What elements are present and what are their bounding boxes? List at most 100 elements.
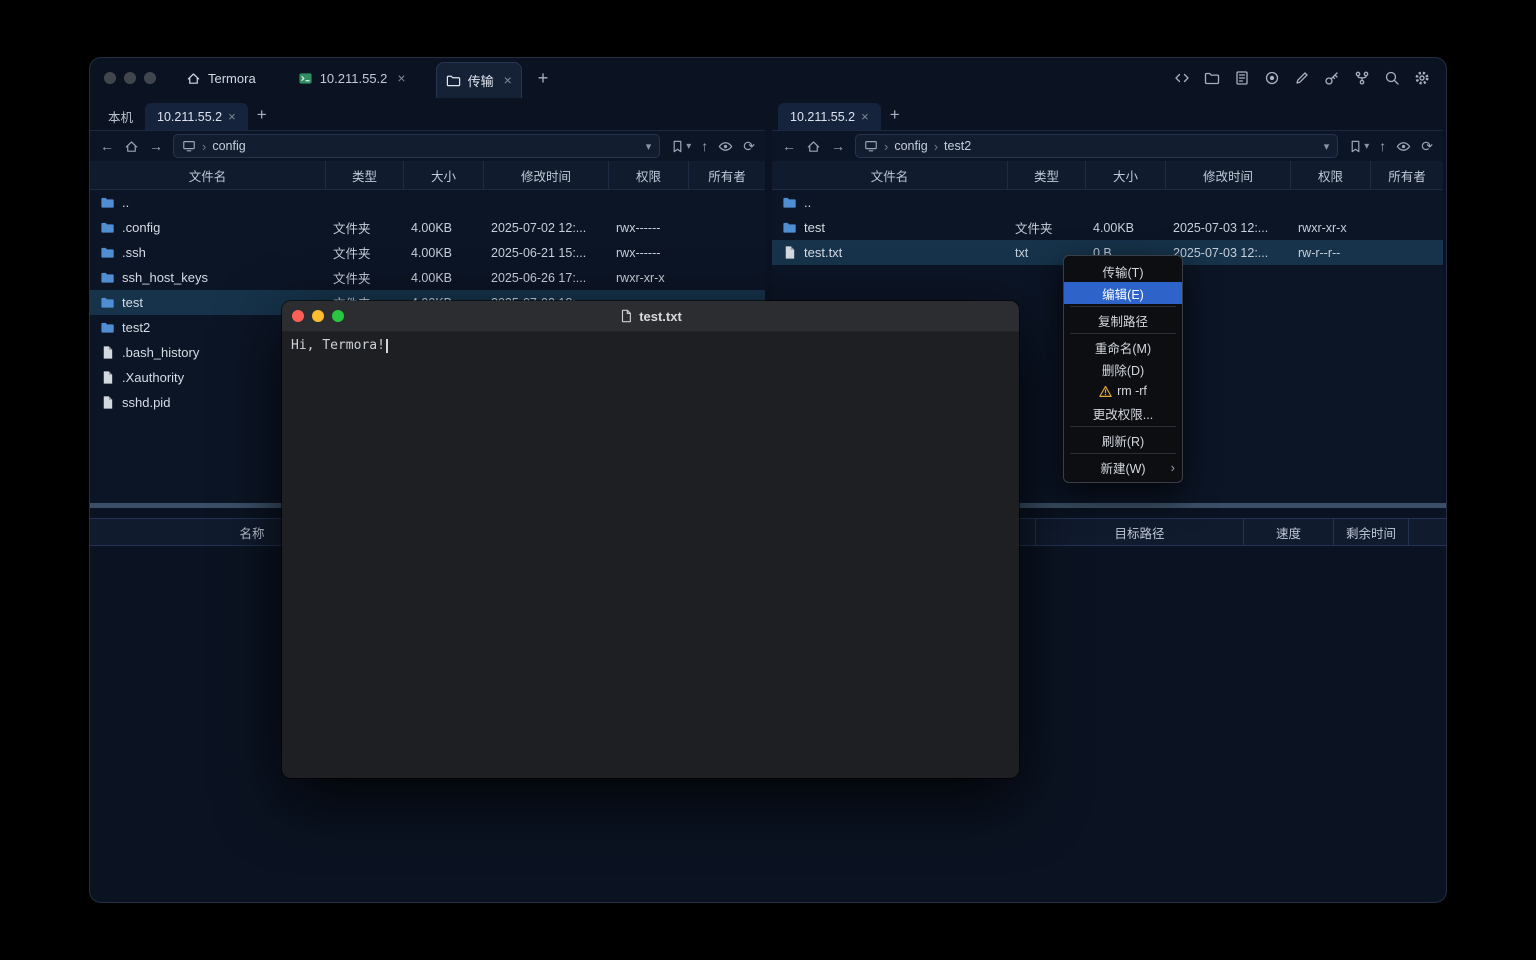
file-mtime: 2025-07-03 12:... (1165, 246, 1290, 260)
column-header-owner[interactable]: 所有者 (688, 161, 765, 189)
file-row[interactable]: ssh_host_keys 文件夹 4.00KB 2025-06-26 17:.… (90, 265, 765, 290)
menu-item-rename[interactable]: 重命名(M) (1064, 336, 1182, 358)
menu-item-refresh[interactable]: 刷新(R) (1064, 429, 1182, 451)
window-controls (104, 72, 156, 84)
bookmark-button[interactable]: ▾ (1348, 139, 1369, 154)
column-header-mtime[interactable]: 修改时间 (1165, 161, 1290, 189)
key-icon[interactable] (1324, 70, 1340, 86)
path-segment[interactable]: config (212, 139, 245, 153)
column-header-owner[interactable]: 所有者 (1370, 161, 1443, 189)
upload-button[interactable]: ↑ (701, 139, 708, 153)
column-header-size[interactable]: 大小 (1085, 161, 1165, 189)
editor-minimize-button[interactable] (312, 310, 324, 322)
left-panel-tools: ▾ ↑ ⟳ (670, 139, 755, 154)
menu-item-chmod[interactable]: 更改权限... (1064, 402, 1182, 424)
menu-item-rm-rf[interactable]: rm -rf (1064, 380, 1182, 402)
file-row[interactable]: .. (90, 190, 765, 215)
file-row[interactable]: test 文件夹 4.00KB 2025-07-03 12:... rwxr-x… (772, 215, 1443, 240)
bookmark-icon (1348, 139, 1363, 154)
file-row[interactable]: .ssh 文件夹 4.00KB 2025-06-21 15:... rwx---… (90, 240, 765, 265)
document-icon[interactable] (1234, 70, 1250, 86)
file-row[interactable]: .config 文件夹 4.00KB 2025-07-02 12:... rwx… (90, 215, 765, 240)
add-panel-tab-button[interactable]: + (248, 106, 276, 123)
folder-icon[interactable] (1204, 70, 1220, 86)
editor-zoom-button[interactable] (332, 310, 344, 322)
ssh-session-tab[interactable]: 10.211.55.2 × (288, 58, 416, 98)
record-icon[interactable] (1264, 70, 1280, 86)
pencil-icon[interactable] (1294, 70, 1310, 86)
file-row[interactable]: .. (772, 190, 1443, 215)
eye-icon[interactable] (1396, 139, 1411, 154)
close-icon[interactable]: × (861, 110, 869, 123)
folder-icon (446, 73, 461, 88)
close-icon[interactable]: × (504, 73, 512, 87)
menu-item-copy-path[interactable]: 复制路径 (1064, 309, 1182, 331)
back-button[interactable]: ← (782, 139, 796, 153)
app-home-tab[interactable]: Termora (186, 71, 256, 86)
folder-icon (782, 220, 797, 235)
path-segment[interactable]: config (894, 139, 927, 153)
branch-icon[interactable] (1354, 70, 1370, 86)
tab-local[interactable]: 本机 (96, 103, 145, 130)
menu-item-edit[interactable]: 编辑(E) (1064, 282, 1182, 304)
path-segment[interactable]: test2 (944, 139, 971, 153)
chevron-down-icon[interactable]: ▾ (1324, 140, 1330, 153)
transfer-column-speed[interactable]: 速度 (1243, 519, 1333, 545)
transfer-column-eta[interactable]: 剩余时间 (1333, 519, 1408, 545)
menu-separator (1070, 333, 1176, 334)
eye-icon[interactable] (718, 139, 733, 154)
left-table-header: 文件名 类型 大小 修改时间 权限 所有者 (90, 161, 765, 190)
ssh-session-tab-label: 10.211.55.2 (320, 71, 388, 86)
home-button[interactable] (806, 139, 821, 154)
chevron-down-icon[interactable]: ▾ (646, 140, 652, 153)
chevron-right-icon: › (884, 139, 888, 154)
transfer-tab[interactable]: 传输 × (436, 62, 522, 98)
editor-titlebar[interactable]: test.txt (282, 301, 1019, 332)
code-icon[interactable] (1174, 70, 1190, 86)
column-header-mtime[interactable]: 修改时间 (483, 161, 608, 189)
right-panel-tools: ▾ ↑ ⟳ (1348, 139, 1433, 154)
forward-button[interactable]: → (149, 139, 163, 153)
forward-button[interactable]: → (831, 139, 845, 153)
file-mtime: 2025-06-26 17:... (483, 271, 608, 285)
minimize-window-button[interactable] (124, 72, 136, 84)
add-panel-tab-button[interactable]: + (881, 106, 909, 123)
chevron-right-icon: › (202, 139, 206, 154)
editor-close-button[interactable] (292, 310, 304, 322)
file-size: 4.00KB (403, 221, 483, 235)
tab-ssh-right[interactable]: 10.211.55.2 × (778, 103, 881, 130)
bookmark-button[interactable]: ▾ (670, 139, 691, 154)
menu-item-delete[interactable]: 删除(D) (1064, 358, 1182, 380)
gear-icon[interactable] (1414, 70, 1430, 86)
folder-icon (100, 295, 115, 310)
editor-content[interactable]: Hi, Termora! (282, 332, 1019, 778)
path-bar[interactable]: › config ▾ (173, 134, 660, 158)
close-window-button[interactable] (104, 72, 116, 84)
close-icon[interactable]: × (228, 110, 236, 123)
refresh-button[interactable]: ⟳ (1421, 139, 1433, 153)
menu-item-transfer[interactable]: 传输(T) (1064, 260, 1182, 282)
new-tab-button[interactable]: + (538, 69, 549, 87)
search-icon[interactable] (1384, 70, 1400, 86)
zoom-window-button[interactable] (144, 72, 156, 84)
path-bar[interactable]: › config › test2 ▾ (855, 134, 1338, 158)
refresh-button[interactable]: ⟳ (743, 139, 755, 153)
desktop-background: Termora 10.211.55.2 × 传输 × + (0, 0, 1536, 960)
tab-ssh-left[interactable]: 10.211.55.2 × (145, 103, 248, 130)
file-name: .ssh (122, 245, 146, 260)
column-header-perm[interactable]: 权限 (1290, 161, 1370, 189)
transfer-column-target[interactable]: 目标路径 (1035, 519, 1243, 545)
home-button[interactable] (124, 139, 139, 154)
column-header-type[interactable]: 类型 (325, 161, 403, 189)
menu-item-new[interactable]: 新建(W) › (1064, 456, 1182, 478)
column-header-type[interactable]: 类型 (1007, 161, 1085, 189)
column-header-perm[interactable]: 权限 (608, 161, 688, 189)
column-header-name[interactable]: 文件名 (90, 161, 325, 189)
computer-icon (864, 139, 878, 153)
upload-button[interactable]: ↑ (1379, 139, 1386, 153)
close-icon[interactable]: × (397, 71, 405, 85)
panel-edge (1443, 98, 1446, 503)
back-button[interactable]: ← (100, 139, 114, 153)
column-header-size[interactable]: 大小 (403, 161, 483, 189)
column-header-name[interactable]: 文件名 (772, 161, 1007, 189)
